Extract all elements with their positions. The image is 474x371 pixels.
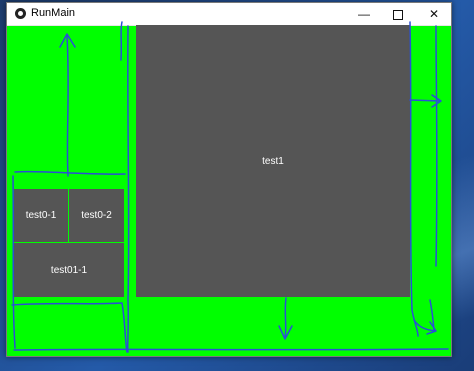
window-title: RunMain <box>31 7 76 19</box>
panel-test01-1: test01-1 <box>14 243 124 297</box>
app-window: RunMain — ✕ test1 test0-1 test0-2 test01… <box>6 2 452 357</box>
client-area: test1 test0-1 test0-2 test01-1 <box>7 25 451 356</box>
panel-test0-2: test0-2 <box>69 189 124 243</box>
close-icon: ✕ <box>428 7 440 21</box>
maximize-icon <box>393 9 403 20</box>
panel-test1: test1 <box>136 25 410 297</box>
close-button[interactable]: ✕ <box>417 3 451 25</box>
minimize-icon: — <box>358 7 370 21</box>
title-bar[interactable]: RunMain — ✕ <box>7 3 451 26</box>
minimize-button[interactable]: — <box>347 3 381 25</box>
panel-test0-1: test0-1 <box>14 189 69 243</box>
app-icon <box>15 8 26 19</box>
maximize-button[interactable] <box>381 3 415 25</box>
